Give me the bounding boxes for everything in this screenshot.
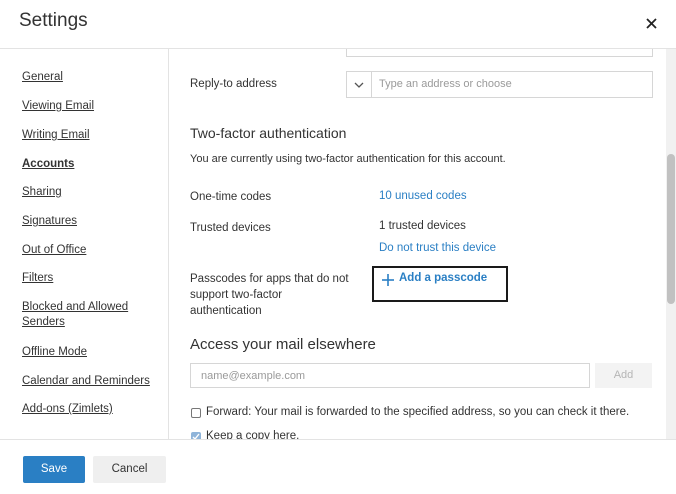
passcodes-label-line1: Passcodes for apps that do not <box>190 273 349 285</box>
forward-checkbox-label: Forward: Your mail is forwarded to the s… <box>206 406 630 418</box>
one-time-codes-label: One-time codes <box>190 191 272 203</box>
keep-copy-checkbox-label: Keep a copy here. <box>206 430 300 439</box>
two-factor-description: You are currently using two-factor authe… <box>190 153 506 165</box>
dialog-header: Settings <box>0 0 676 49</box>
sidebar-item-out-of-office[interactable]: Out of Office <box>22 243 162 258</box>
settings-content: Reply-to address Type an address or choo… <box>170 49 666 439</box>
sidebar-item-signatures[interactable]: Signatures <box>22 214 162 229</box>
previous-field-input[interactable] <box>346 49 653 57</box>
add-forward-button[interactable]: Add <box>595 363 652 388</box>
sidebar-item-general[interactable]: General <box>22 70 162 85</box>
sidebar-item-add-ons[interactable]: Add-ons (Zimlets) <box>22 402 162 417</box>
access-elsewhere-title: Access your mail elsewhere <box>190 336 376 353</box>
reply-to-placeholder: Type an address or choose <box>379 78 512 90</box>
dialog-title: Settings <box>19 10 88 31</box>
chevron-down-icon[interactable] <box>347 72 372 97</box>
add-passcode-label: Add a passcode <box>399 272 488 284</box>
one-time-codes-link[interactable]: 10 unused codes <box>379 189 467 204</box>
trusted-devices-value: 1 trusted devices <box>379 220 466 232</box>
sidebar-item-filters[interactable]: Filters <box>22 271 162 286</box>
sidebar-item-sharing[interactable]: Sharing <box>22 185 162 200</box>
reply-to-label: Reply-to address <box>190 78 277 90</box>
sidebar-item-offline-mode[interactable]: Offline Mode <box>22 345 162 360</box>
sidebar-item-viewing-email[interactable]: Viewing Email <box>22 99 162 114</box>
forward-email-input[interactable]: name@example.com <box>190 363 590 388</box>
save-button[interactable]: Save <box>23 456 85 483</box>
cancel-button[interactable]: Cancel <box>93 456 166 483</box>
passcodes-label-line2: support two-factor <box>190 289 283 301</box>
reply-to-select[interactable]: Type an address or choose <box>346 71 653 98</box>
sidebar-item-blocked-allowed-senders[interactable]: Blocked and Allowed Senders <box>22 300 132 330</box>
close-icon[interactable] <box>643 14 661 32</box>
forward-checkbox[interactable] <box>191 408 201 418</box>
sidebar-item-writing-email[interactable]: Writing Email <box>22 128 162 143</box>
dialog-footer: Save Cancel <box>0 439 676 494</box>
add-passcode-button[interactable]: Add a passcode <box>372 266 508 302</box>
passcodes-label-line3: authentication <box>190 305 262 317</box>
keep-copy-checkbox[interactable] <box>191 432 201 439</box>
content-scrollbar-thumb[interactable] <box>667 154 675 304</box>
sidebar-item-calendar-reminders[interactable]: Calendar and Reminders <box>22 374 162 389</box>
settings-sidebar: General Viewing Email Writing Email Acco… <box>0 49 169 439</box>
two-factor-title: Two-factor authentication <box>190 125 347 141</box>
trusted-devices-label: Trusted devices <box>190 222 271 234</box>
do-not-trust-link[interactable]: Do not trust this device <box>379 241 496 256</box>
plus-icon <box>381 273 395 287</box>
sidebar-item-accounts[interactable]: Accounts <box>22 157 162 172</box>
